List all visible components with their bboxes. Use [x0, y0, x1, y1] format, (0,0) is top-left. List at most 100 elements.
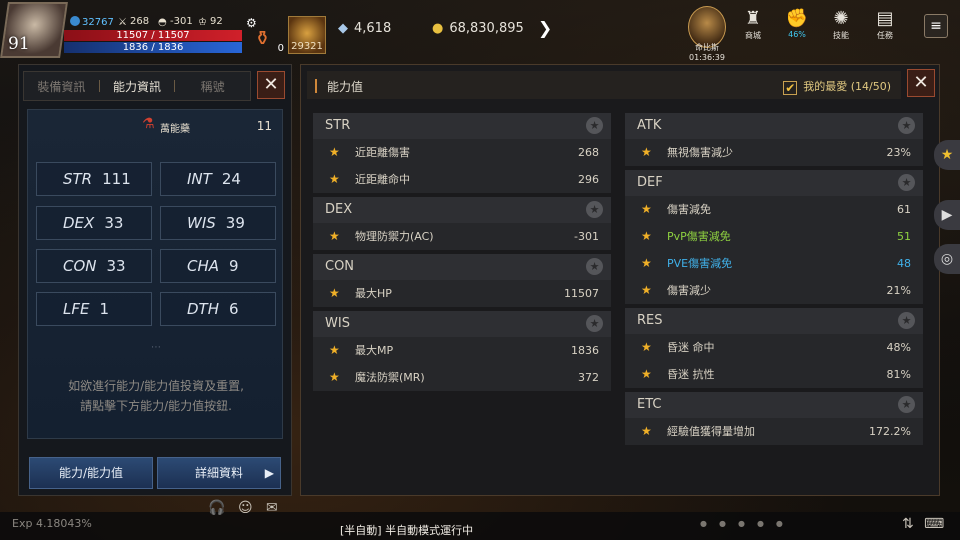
stat-value: 296	[578, 173, 599, 186]
crystal-icon: ◆	[338, 21, 348, 36]
menu-button[interactable]: ≡	[924, 14, 948, 38]
side-favorite-button[interactable]: ★	[934, 140, 960, 170]
attr-name: CON	[63, 257, 97, 275]
shop-button[interactable]: ♜ 商城	[736, 8, 770, 41]
stat-value: 21%	[886, 284, 911, 297]
quick-item-slot[interactable]: 29321	[288, 16, 326, 54]
trophy-icon: ♔	[198, 17, 207, 28]
attr-value: 24	[221, 170, 241, 188]
favorite-star-icon[interactable]: ★	[898, 117, 915, 134]
stat-label: 經驗值獲得量增加	[667, 425, 755, 438]
play-icon: ▶	[941, 207, 953, 223]
attribute-box: ⚗ 萬能藥 11 STR 111 INT 24 DEX 33 WIS 39 CON 33 …	[27, 109, 283, 439]
emote-icon[interactable]: ☺	[238, 500, 253, 516]
checkbox-icon[interactable]: ✔	[783, 81, 798, 95]
stat-value: 1836	[571, 344, 599, 357]
potion-icon: ⚱	[254, 26, 271, 50]
swirl-icon: ◎	[940, 251, 954, 267]
star-icon: ★	[329, 343, 340, 357]
headset-icon[interactable]: 🎧	[208, 500, 225, 516]
favorite-star-icon[interactable]: ★	[586, 117, 603, 134]
attr-str: STR 111	[36, 162, 152, 196]
skill-button[interactable]: ✺ 技能	[824, 8, 858, 41]
star-icon: ★	[641, 256, 652, 270]
attr-value: 9	[229, 257, 239, 275]
side-play-button[interactable]: ▶	[934, 200, 960, 230]
stat-value: 11507	[564, 287, 599, 300]
stat-label: 最大MP	[355, 344, 394, 357]
attr-int: INT 24	[160, 162, 276, 196]
expand-arrow-icon[interactable]: ❯	[538, 19, 552, 39]
favorite-star-icon[interactable]: ★	[586, 315, 603, 332]
stats-column-left: STR ★ ★ 近距離傷害 268 ★ 近距離命中 296 DEX ★ ★ 物理防禦力(AC)…	[313, 113, 611, 395]
stat-row: ★ PvP傷害減免 51	[625, 223, 923, 250]
tab-title[interactable]: 稱號	[175, 78, 250, 95]
attribute-button[interactable]: 能力/能力值	[29, 457, 153, 489]
attr-name: CHA	[187, 257, 220, 275]
favorites-toggle[interactable]: ✔ 我的最愛 (14/50)	[783, 78, 891, 95]
side-swirl-button[interactable]: ◎	[934, 244, 960, 274]
stats-title: 能力值	[327, 80, 364, 94]
swap-icon[interactable]: ⇅	[902, 516, 914, 532]
attr-lfe: LFE 1	[36, 292, 152, 326]
star-icon: ★	[641, 145, 652, 159]
ac-stat: ◓ -301	[158, 16, 193, 28]
stat-row: ★ 傷害減免 61	[625, 196, 923, 223]
favorite-star-icon[interactable]: ★	[586, 201, 603, 218]
ac-value: -301	[170, 16, 193, 27]
keyboard-icon[interactable]: ⌨	[924, 516, 944, 532]
favorite-star-icon[interactable]: ★	[898, 396, 915, 413]
quest-button[interactable]: ▤ 任務	[868, 8, 902, 41]
chat-icon[interactable]: ✉	[266, 500, 278, 516]
attr-wis: WIS 39	[160, 206, 276, 240]
stat-label: 昏迷 命中	[667, 341, 715, 354]
stat-row: ★ 魔法防禦(MR) 372	[313, 364, 611, 391]
stat-value: 372	[578, 371, 599, 384]
item-count: 29321	[291, 41, 323, 52]
star-icon: ★	[641, 202, 652, 216]
stat-label: 近距離傷害	[355, 146, 410, 159]
favorite-star-icon[interactable]: ★	[898, 312, 915, 329]
group-wis: WIS ★ ★ 最大MP 1836 ★ 魔法防禦(MR) 372	[313, 311, 611, 391]
stat-row: ★ 最大HP 11507	[313, 280, 611, 307]
favorite-star-icon[interactable]: ★	[586, 258, 603, 275]
tab-equipment[interactable]: 裝備資訊	[24, 78, 99, 95]
favorites-label: 我的最愛 (14/50)	[803, 80, 891, 93]
attr-value: 39	[225, 214, 245, 232]
helmet-icon: ◓	[158, 17, 167, 28]
character-info-panel: 裝備資訊 能力資訊 稱號 ✕ ⚗ 萬能藥 11 STR 111 INT 24 DEX…	[18, 64, 292, 496]
stat-label: 物理防禦力(AC)	[355, 230, 434, 243]
stat-label: 最大HP	[355, 287, 392, 300]
top-hud: 91 32767 ⚔ 268 ◓ -301 ♔ 92 11507 / 11507 18…	[0, 0, 960, 62]
group-con: CON ★ ★ 最大HP 11507	[313, 254, 611, 307]
group-name: CON	[325, 259, 355, 274]
group-name: STR	[325, 118, 351, 133]
detail-label: 詳細資料	[194, 466, 243, 480]
star-icon: ★	[329, 145, 340, 159]
stats-panel: 能力值 ✔ 我的最愛 (14/50) ✕ STR ★ ★ 近距離傷害 268 ★ 近距離命…	[300, 64, 940, 496]
stat-label: 無視傷害減少	[667, 146, 733, 159]
star-icon: ★	[641, 283, 652, 297]
stat-value: 268	[578, 146, 599, 159]
stat-label: PvP傷害減免	[667, 230, 731, 243]
stat-value: 172.2%	[869, 425, 911, 438]
scroll-icon: ▤	[876, 8, 894, 29]
detail-button[interactable]: 詳細資料 ▶	[157, 457, 281, 489]
stat-row: ★ 傷害減少 21%	[625, 277, 923, 304]
stat-row: ★ 無視傷害減少 23%	[625, 139, 923, 166]
boss-timer-value: 01:36:39	[689, 53, 725, 62]
potion-slot[interactable]: ⚙ ⚱ 0	[246, 16, 286, 54]
favorite-star-icon[interactable]: ★	[898, 174, 915, 191]
group-name: WIS	[325, 316, 350, 331]
tab-ability[interactable]: 能力資訊	[100, 78, 175, 95]
attr-name: DEX	[63, 214, 95, 232]
group-dex: DEX ★ ★ 物理防禦力(AC) -301	[313, 197, 611, 250]
fist-icon: ✊	[785, 8, 809, 29]
left-close-button[interactable]: ✕	[257, 71, 285, 99]
attr-name: DTH	[187, 300, 219, 318]
progress-button[interactable]: ✊ 46%	[780, 8, 814, 39]
group-str: STR ★ ★ 近距離傷害 268 ★ 近距離命中 296	[313, 113, 611, 193]
star-icon: ★	[329, 172, 340, 186]
right-close-button[interactable]: ✕	[907, 69, 935, 97]
mp-bar: 1836 / 1836	[64, 42, 242, 53]
